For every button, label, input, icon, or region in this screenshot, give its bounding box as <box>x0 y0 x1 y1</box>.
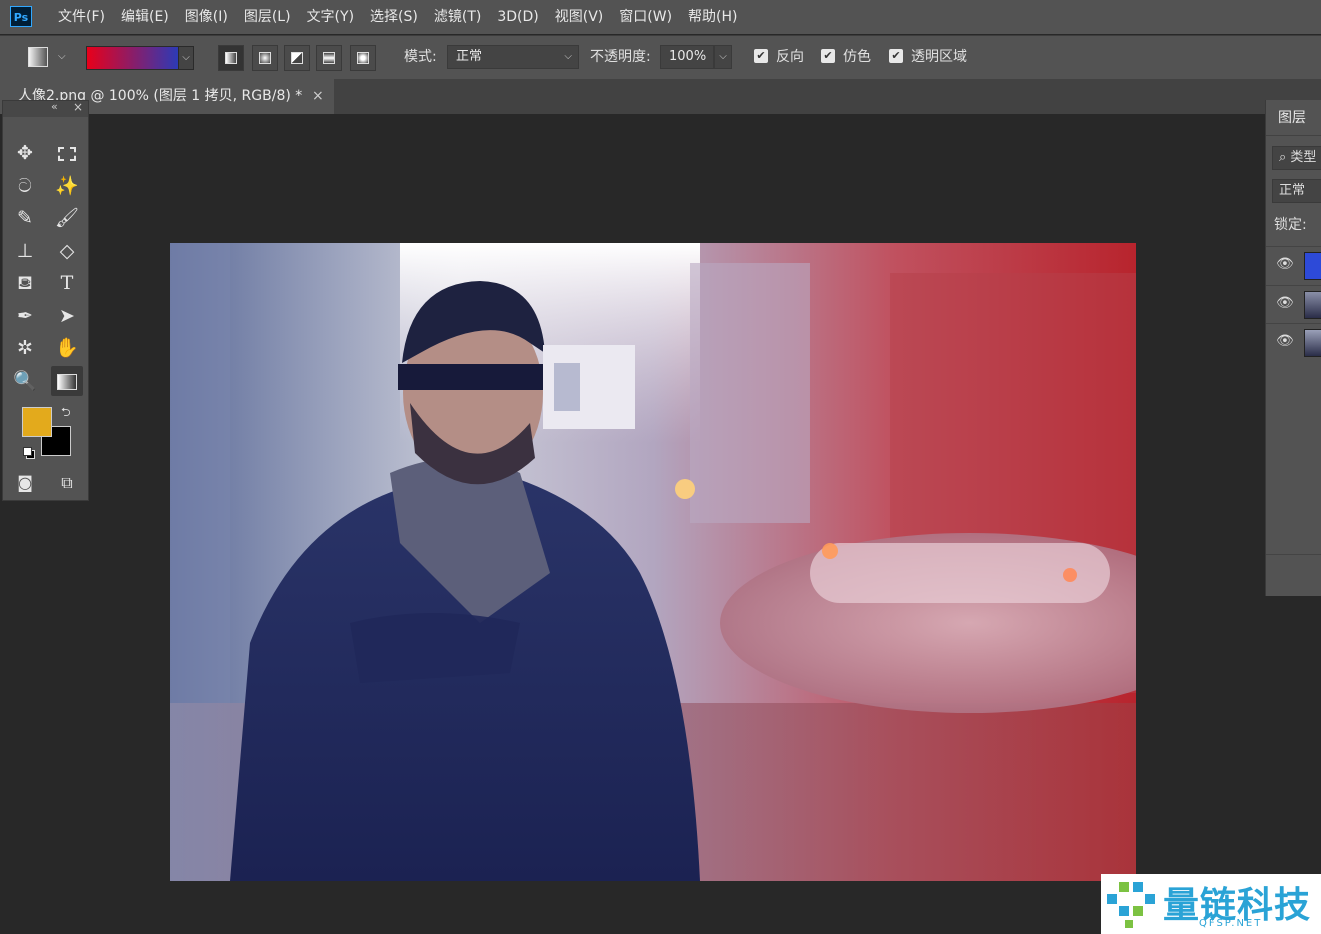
reverse-label: 反向 <box>776 49 804 65</box>
eraser-tool-icon[interactable]: ◇ <box>51 236 83 266</box>
close-icon[interactable]: × <box>73 100 83 114</box>
menu-window[interactable]: 窗口(W) <box>611 0 680 34</box>
layer-thumbnail <box>1304 291 1321 319</box>
marquee-tool-icon[interactable] <box>51 138 83 168</box>
reflected-gradient-button[interactable] <box>316 45 342 71</box>
visibility-eye-icon[interactable]: 👁 <box>1276 295 1294 311</box>
menu-type[interactable]: 文字(Y) <box>299 0 362 34</box>
screen-mode-icon[interactable]: ⧉ <box>51 468 83 498</box>
menu-bar: Ps 文件(F) 编辑(E) 图像(I) 图层(L) 文字(Y) 选择(S) 滤… <box>0 0 1321 34</box>
eyedropper-tool-icon[interactable]: ✎ <box>9 203 41 233</box>
mode-select-value: 正常 <box>456 49 483 64</box>
tools-panel: « × ✥ ට ✨ ✎ 🖌 ⊥ ◇ ⛾ T ✒ ➤ ✲ ✋ 🔍 ⮌ ◙ ⧉ <box>2 100 89 501</box>
radial-gradient-button[interactable] <box>252 45 278 71</box>
gradient-tool-preset[interactable] <box>28 47 48 67</box>
canvas-image <box>170 243 1136 881</box>
gradient-dropdown-button[interactable]: ⌵ <box>178 46 194 70</box>
watermark: 量链科技 QFSP.NET <box>1101 874 1321 934</box>
move-tool-icon[interactable]: ✥ <box>9 138 41 168</box>
layer-filter[interactable]: ⌕ 类型 <box>1272 146 1321 170</box>
menu-view[interactable]: 视图(V) <box>547 0 612 34</box>
type-tool-icon[interactable]: T <box>51 268 83 298</box>
layers-tab[interactable]: 图层 <box>1266 100 1321 136</box>
path-selection-tool-icon[interactable]: ➤ <box>51 301 83 331</box>
chevron-down-icon: ⌵ <box>564 51 572 62</box>
linear-gradient-button[interactable] <box>218 45 244 71</box>
visibility-eye-icon[interactable]: 👁 <box>1276 333 1294 349</box>
menu-3d[interactable]: 3D(D) <box>489 0 546 34</box>
mode-label: 模式: <box>404 49 437 65</box>
document-canvas[interactable] <box>170 243 1136 881</box>
lasso-tool-icon[interactable]: ට <box>9 171 41 201</box>
collapse-icon[interactable]: « <box>51 100 58 113</box>
menu-image[interactable]: 图像(I) <box>177 0 236 34</box>
gradient-picker[interactable] <box>86 46 180 70</box>
custom-shape-tool-icon[interactable]: ✲ <box>9 333 41 363</box>
diamond-gradient-button[interactable] <box>350 45 376 71</box>
hand-tool-icon[interactable]: ✋ <box>51 333 83 363</box>
lock-label: 锁定: <box>1274 217 1307 233</box>
visibility-eye-icon[interactable]: 👁 <box>1276 256 1294 272</box>
layer-row[interactable]: 👁 <box>1266 285 1321 324</box>
layer-thumbnail <box>1304 252 1321 280</box>
close-icon[interactable]: × <box>312 79 324 114</box>
document-tab-bar: 人像2.png @ 100% (图层 1 拷贝, RGB/8) * × <box>0 79 1321 114</box>
layer-row[interactable]: 👁 <box>1266 246 1321 285</box>
menu-select[interactable]: 选择(S) <box>362 0 426 34</box>
menu-edit[interactable]: 编辑(E) <box>113 0 177 34</box>
foreground-color-swatch[interactable] <box>22 407 52 437</box>
paint-bucket-tool-icon[interactable]: ⛾ <box>9 268 41 298</box>
default-colors-icon[interactable] <box>23 447 35 459</box>
swap-colors-icon[interactable]: ⮌ <box>61 403 71 424</box>
menu-list: 文件(F) 编辑(E) 图像(I) 图层(L) 文字(Y) 选择(S) 滤镜(T… <box>50 0 746 34</box>
blend-mode-select[interactable]: 正常 <box>1272 179 1321 203</box>
menu-help[interactable]: 帮助(H) <box>680 0 745 34</box>
transparency-checkbox[interactable]: ✔ <box>889 49 903 63</box>
layer-row[interactable]: 👁 <box>1266 323 1321 362</box>
gradient-tool-icon[interactable] <box>51 366 83 396</box>
chevron-down-icon[interactable]: ⌵ <box>58 51 66 62</box>
opacity-value: 100% <box>669 49 707 64</box>
layer-filter-label: 类型 <box>1290 150 1317 165</box>
tools-panel-header[interactable]: « × <box>3 100 88 117</box>
layers-panel: 图层 ⌕ 类型 正常 锁定: 👁 👁 👁 <box>1265 100 1321 596</box>
mode-select[interactable]: 正常 ⌵ <box>447 45 579 69</box>
opacity-dropdown-button[interactable]: ⌵ <box>714 45 732 69</box>
watermark-logo-icon <box>1107 882 1155 928</box>
layer-thumbnail <box>1304 329 1321 357</box>
angle-gradient-button[interactable] <box>284 45 310 71</box>
transparency-label: 透明区域 <box>911 49 967 65</box>
quick-mask-icon[interactable]: ◙ <box>9 468 41 498</box>
photoshop-logo: Ps <box>10 6 32 27</box>
watermark-subtext: QFSP.NET <box>1199 918 1263 929</box>
reverse-checkbox[interactable]: ✔ <box>754 49 768 63</box>
menu-filter[interactable]: 滤镜(T) <box>426 0 489 34</box>
menu-file[interactable]: 文件(F) <box>50 0 113 34</box>
pen-tool-icon[interactable]: ✒ <box>9 301 41 331</box>
brush-tool-icon[interactable]: 🖌 <box>51 203 83 233</box>
dither-checkbox[interactable]: ✔ <box>821 49 835 63</box>
menu-layer[interactable]: 图层(L) <box>236 0 299 34</box>
clone-stamp-tool-icon[interactable]: ⊥ <box>9 236 41 266</box>
opacity-label: 不透明度: <box>590 49 651 65</box>
magic-wand-tool-icon[interactable]: ✨ <box>51 171 83 201</box>
dither-label: 仿色 <box>843 49 871 65</box>
layers-panel-footer <box>1266 554 1321 585</box>
zoom-tool-icon[interactable]: 🔍 <box>9 366 41 396</box>
search-icon: ⌕ <box>1279 150 1287 165</box>
opacity-input[interactable]: 100% <box>660 45 714 69</box>
options-bar: ⌵ ⌵ 模式: 正常 ⌵ 不透明度: 100% ⌵ ✔ 反向 ✔ 仿色 ✔ 透明… <box>0 35 1321 79</box>
